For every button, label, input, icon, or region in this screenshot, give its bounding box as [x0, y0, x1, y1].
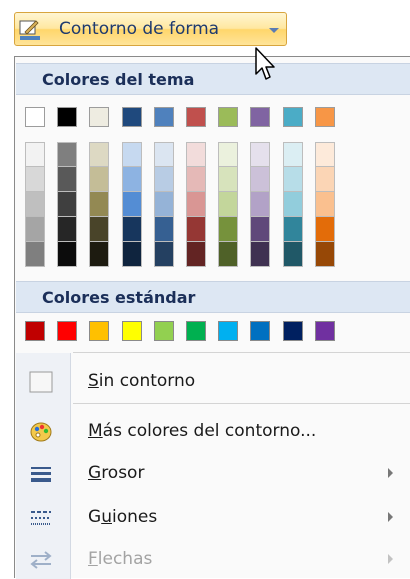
theme-color-shade[interactable] — [218, 217, 239, 242]
standard-color-swatch[interactable] — [250, 321, 271, 341]
theme-color-swatch[interactable] — [89, 107, 110, 127]
theme-color-shade[interactable] — [153, 217, 174, 242]
theme-colors-header: Colores del tema — [16, 63, 410, 95]
theme-color-shade[interactable] — [250, 167, 271, 192]
theme-color-shade[interactable] — [57, 142, 78, 167]
theme-color-shade[interactable] — [314, 217, 335, 242]
theme-color-shade[interactable] — [121, 192, 142, 217]
menu-item-label: Más colores del contorno... — [88, 421, 317, 441]
theme-color-shade[interactable] — [57, 217, 78, 242]
theme-color-shade[interactable] — [121, 242, 142, 267]
theme-color-shade[interactable] — [218, 242, 239, 267]
standard-color-swatch[interactable] — [25, 321, 45, 341]
outline-dropdown-menu: Colores del tema Colores estándar Sin co… — [14, 56, 410, 579]
menu-item[interactable]: Más colores del contorno... — [16, 411, 410, 451]
theme-color-shade[interactable] — [186, 167, 206, 192]
theme-color-shade[interactable] — [57, 192, 78, 217]
theme-color-shade[interactable] — [218, 142, 239, 167]
theme-color-shade[interactable] — [89, 217, 110, 242]
theme-color-shade[interactable] — [89, 167, 110, 192]
menu-item-label: Sin contorno — [88, 371, 196, 391]
theme-color-shade[interactable] — [250, 242, 271, 267]
theme-color-shade[interactable] — [250, 217, 271, 242]
menu-separator — [73, 352, 410, 353]
theme-color-swatch[interactable] — [57, 107, 78, 127]
standard-color-swatch[interactable] — [153, 321, 174, 341]
theme-color-swatch[interactable] — [121, 107, 142, 127]
standard-color-swatch[interactable] — [121, 321, 142, 341]
shape-outline-button[interactable]: Contorno de forma — [14, 12, 287, 46]
theme-color-shade[interactable] — [218, 167, 239, 192]
standard-color-swatch[interactable] — [282, 321, 303, 341]
shape-outline-label: Contorno de forma — [59, 19, 220, 39]
menu-item[interactable]: Grosor — [16, 453, 410, 493]
theme-color-shade[interactable] — [153, 242, 174, 267]
menu-item-label: Grosor — [88, 463, 145, 483]
submenu-arrow-icon — [388, 468, 393, 478]
menu-item[interactable]: Guiones — [16, 497, 410, 537]
theme-color-shade[interactable] — [314, 142, 335, 167]
theme-color-shade[interactable] — [282, 192, 303, 217]
theme-color-swatch[interactable] — [314, 107, 335, 127]
theme-color-shade[interactable] — [186, 192, 206, 217]
line-weight-icon — [29, 463, 53, 485]
theme-color-shade[interactable] — [153, 142, 174, 167]
theme-color-shade[interactable] — [250, 192, 271, 217]
theme-color-swatch[interactable] — [218, 107, 239, 127]
no-outline-icon — [29, 371, 53, 393]
color-palette-icon — [29, 421, 53, 443]
theme-color-shade[interactable] — [282, 167, 303, 192]
theme-color-shade[interactable] — [89, 242, 110, 267]
theme-color-shade[interactable] — [186, 142, 206, 167]
theme-color-swatch[interactable] — [25, 107, 45, 127]
theme-color-swatch[interactable] — [282, 107, 303, 127]
standard-color-swatch[interactable] — [314, 321, 335, 341]
theme-color-shade[interactable] — [25, 167, 45, 192]
theme-color-shade[interactable] — [314, 242, 335, 267]
theme-color-shade[interactable] — [153, 167, 174, 192]
menu-item[interactable]: Sin contorno — [16, 361, 410, 401]
theme-color-shade[interactable] — [153, 192, 174, 217]
theme-color-shade[interactable] — [282, 242, 303, 267]
standard-color-swatch[interactable] — [57, 321, 78, 341]
theme-color-shade[interactable] — [57, 242, 78, 267]
theme-color-shade[interactable] — [121, 167, 142, 192]
theme-color-shade[interactable] — [186, 242, 206, 267]
theme-color-shade[interactable] — [89, 142, 110, 167]
menu-item: Flechas — [16, 539, 410, 579]
theme-color-shade[interactable] — [282, 217, 303, 242]
theme-color-shade[interactable] — [314, 167, 335, 192]
submenu-arrow-icon — [388, 512, 393, 522]
theme-color-shade[interactable] — [186, 217, 206, 242]
theme-color-shade[interactable] — [121, 142, 142, 167]
theme-color-shade[interactable] — [25, 142, 45, 167]
theme-color-shade[interactable] — [314, 192, 335, 217]
theme-color-shade[interactable] — [121, 217, 142, 242]
submenu-arrow-icon — [388, 554, 393, 564]
menu-item-label: Guiones — [88, 507, 158, 527]
theme-color-shade[interactable] — [25, 217, 45, 242]
theme-color-shade[interactable] — [25, 242, 45, 267]
standard-color-swatch[interactable] — [186, 321, 206, 341]
standard-colors-header: Colores estándar — [16, 281, 410, 313]
arrows-icon — [29, 549, 53, 571]
menu-item-label: Flechas — [88, 549, 153, 569]
theme-color-swatch[interactable] — [153, 107, 174, 127]
pen-icon — [19, 20, 40, 40]
theme-color-swatch[interactable] — [186, 107, 206, 127]
theme-color-shade[interactable] — [89, 192, 110, 217]
theme-color-shade[interactable] — [250, 142, 271, 167]
theme-color-swatch[interactable] — [250, 107, 271, 127]
dropdown-arrow-icon[interactable] — [269, 28, 279, 33]
dash-style-icon — [29, 507, 53, 529]
mouse-cursor-icon — [255, 47, 275, 80]
standard-color-swatch[interactable] — [218, 321, 239, 341]
standard-color-swatch[interactable] — [89, 321, 110, 341]
theme-color-shade[interactable] — [218, 192, 239, 217]
theme-color-shade[interactable] — [25, 192, 45, 217]
menu-separator — [73, 403, 410, 404]
theme-color-shade[interactable] — [282, 142, 303, 167]
theme-color-shade[interactable] — [57, 167, 78, 192]
